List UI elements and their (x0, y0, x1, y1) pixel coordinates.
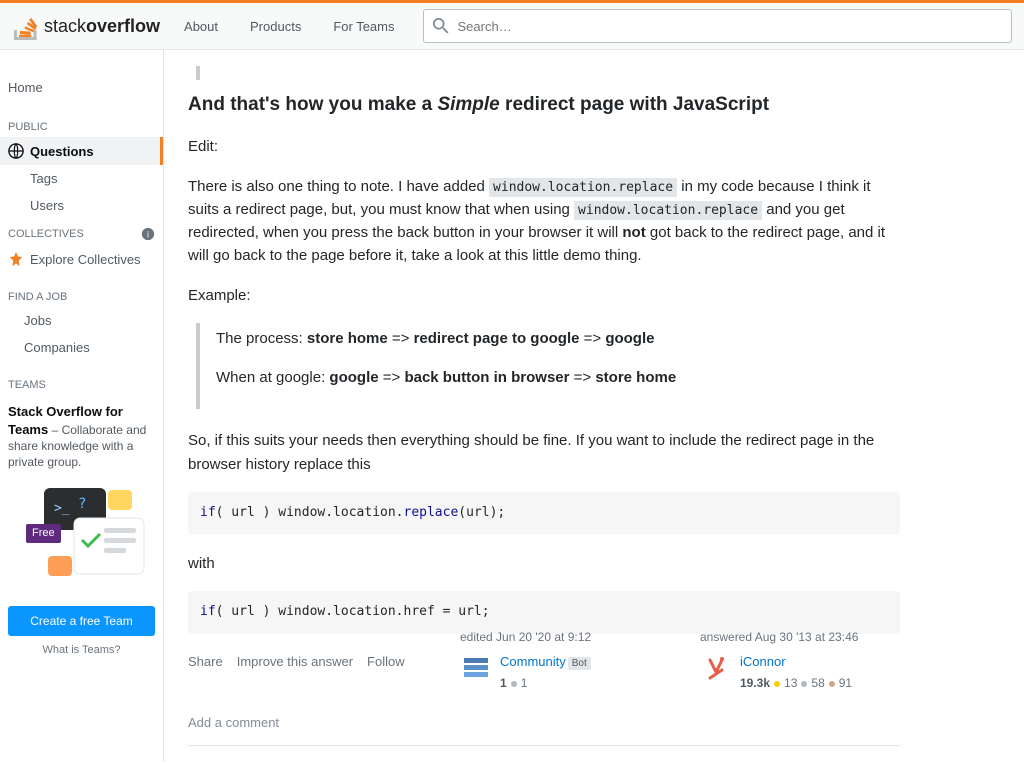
svg-text:?: ? (78, 496, 86, 512)
topbar: stackoverflow About Products For Teams (0, 0, 1024, 50)
sidebar-heading-findjob: FIND A JOB (0, 283, 163, 307)
what-is-teams-link[interactable]: What is Teams? (0, 636, 163, 664)
follow-link[interactable]: Follow (367, 652, 405, 672)
answered-signature: answered Aug 30 '13 at 23:46 iConnor 19.… (700, 628, 900, 693)
sidebar-tags[interactable]: Tags (0, 165, 163, 192)
answer-para-2: So, if this suits your needs then everyt… (188, 429, 900, 476)
svg-text:>_: >_ (54, 501, 70, 516)
edit-label: Edit: (188, 135, 900, 158)
inline-code: window.location.replace (489, 178, 677, 197)
create-team-button[interactable]: Create a free Team (8, 606, 155, 636)
add-comment-link[interactable]: Add a comment (188, 705, 900, 746)
sidebar-home[interactable]: Home (0, 74, 163, 101)
info-icon[interactable]: i (141, 227, 155, 241)
sidebar-companies[interactable]: Companies (0, 334, 163, 361)
teams-promo: Stack Overflow for Teams – Collaborate a… (0, 395, 163, 606)
sidebar: Home PUBLIC Questions Tags Users COLLECT… (0, 50, 164, 762)
sidebar-users[interactable]: Users (0, 192, 163, 219)
sidebar-heading-teams: TEAMS (0, 371, 163, 395)
sidebar-heading-public: PUBLIC (0, 113, 163, 137)
example-label: Example: (188, 284, 900, 307)
stackoverflow-logo-icon (12, 12, 40, 40)
sidebar-jobs[interactable]: Jobs (0, 307, 163, 334)
code-block-1: if( url ) window.location.replace(url); (188, 492, 900, 534)
silver-dot-icon (801, 681, 807, 687)
answered-when: answered Aug 30 '13 at 23:46 (700, 628, 900, 647)
free-badge: Free (26, 524, 61, 543)
svg-text:i: i (147, 230, 149, 240)
bot-badge: Bot (568, 657, 591, 670)
search-icon (433, 18, 449, 34)
inline-code: window.location.replace (574, 201, 762, 220)
author-rep: 19.3k 13 58 91 (740, 674, 852, 693)
collectives-heading-row: COLLECTIVES i (0, 219, 163, 245)
community-avatar-icon (460, 652, 492, 684)
blockquote-fragment (196, 66, 900, 80)
sidebar-explore-label: Explore Collectives (30, 252, 141, 267)
search-wrap (423, 9, 1013, 43)
silver-dot-icon (511, 681, 517, 687)
nav-for-teams[interactable]: For Teams (333, 19, 394, 34)
editor-name[interactable]: Community (500, 654, 566, 669)
bronze-dot-icon (829, 681, 835, 687)
share-link[interactable]: Share (188, 652, 223, 672)
sidebar-questions-label: Questions (30, 144, 94, 159)
editor-rep: 1 1 (500, 674, 591, 693)
sidebar-explore-collectives[interactable]: Explore Collectives (0, 245, 163, 273)
answer-body: And that's how you make a Simple redirec… (188, 66, 900, 746)
logo[interactable]: stackoverflow (12, 12, 160, 40)
teams-illustration: >_ ? Free (8, 482, 155, 582)
nav-products[interactable]: Products (250, 19, 301, 34)
starburst-icon (8, 251, 24, 267)
answer-para-1: There is also one thing to note. I have … (188, 175, 900, 268)
with-label: with (188, 552, 900, 575)
author-name[interactable]: iConnor (740, 654, 786, 669)
example-blockquote: The process: store home => redirect page… (196, 323, 900, 410)
edited-when[interactable]: edited Jun 20 '20 at 9:12 (460, 628, 660, 647)
user-avatar-icon (700, 652, 732, 684)
globe-icon (8, 143, 24, 159)
search-input[interactable] (423, 9, 1013, 43)
sidebar-heading-collectives: COLLECTIVES (8, 228, 84, 240)
gold-dot-icon (774, 681, 780, 687)
edited-signature: edited Jun 20 '20 at 9:12 CommunityBot 1… (460, 628, 660, 693)
sidebar-questions[interactable]: Questions (0, 137, 163, 165)
logo-text: stackoverflow (44, 16, 160, 37)
main-content: And that's how you make a Simple redirec… (164, 50, 924, 762)
improve-link[interactable]: Improve this answer (237, 652, 353, 672)
nav-about[interactable]: About (184, 19, 218, 34)
container: Home PUBLIC Questions Tags Users COLLECT… (0, 50, 1024, 762)
answer-heading: And that's how you make a Simple redirec… (188, 90, 900, 119)
nav-links: About Products For Teams (184, 19, 394, 34)
